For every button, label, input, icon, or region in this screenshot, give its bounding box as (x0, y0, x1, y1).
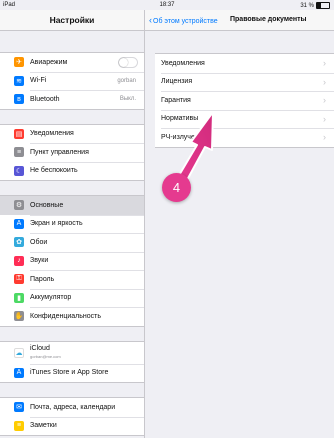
sidebar-item-label: Экран и яркость (30, 220, 83, 228)
sidebar-item-label: iCloud (30, 344, 50, 352)
battery-indicator: 31 % (300, 2, 330, 9)
page-title: Правовые документы (230, 16, 307, 23)
sidebar-item-itunes[interactable]: A iTunes Store и App Store (0, 363, 144, 383)
sidebar-item-mail[interactable]: ✉ Почта, адреса, календари (0, 398, 144, 417)
sidebar-item-label: Звуки (30, 257, 49, 265)
sidebar-item-label: Пароль (30, 275, 55, 283)
sidebar-item-label: Уведомления (30, 130, 74, 138)
sidebar-item-label: Основные (30, 201, 64, 209)
sidebar-item-label: Заметки (30, 422, 57, 430)
sidebar-item-bluetooth[interactable]: ʙ Bluetooth Выкл. (0, 90, 144, 109)
sidebar-item-wifi[interactable]: ≋ Wi-Fi gorban (0, 71, 144, 91)
list-item-label: Уведомления (161, 59, 205, 67)
control-center-icon: ≡ (14, 147, 24, 158)
display-icon: A (14, 218, 24, 229)
detail-header: ‹Об этом устройстве Правовые документы (145, 10, 334, 31)
sidebar-item-label: Пункт управления (30, 148, 89, 156)
sidebar-item-wallpaper[interactable]: ✿ Обои (0, 233, 144, 252)
sidebar-item-passcode[interactable]: ⚿ Пароль (0, 270, 144, 289)
passcode-icon: ⚿ (14, 274, 24, 285)
app-store-icon: A (14, 367, 24, 378)
sound-icon: ♪ (14, 255, 24, 266)
battery-icon (316, 2, 330, 9)
wifi-value: gorban (117, 77, 136, 84)
sidebar-item-label: Аккумулятор (30, 294, 72, 302)
sidebar-item-label: Конфиденциальность (30, 312, 102, 320)
status-bar: iPad 18:37 31 % (0, 0, 334, 10)
detail-pane: ‹Об этом устройстве Правовые документы У… (145, 10, 334, 438)
sidebar-item-label: Wi-Fi (30, 77, 47, 85)
gear-icon: ⚙ (14, 200, 24, 211)
chevron-right-icon: › (323, 132, 326, 143)
list-item-warranty[interactable]: Гарантия › (155, 91, 334, 110)
settings-sidebar: Настройки ✈ Авиарежим ≋ Wi-Fi gorban ʙ B… (0, 10, 145, 438)
sidebar-item-privacy[interactable]: ✋ Конфиденциальность (0, 307, 144, 326)
clock: 18:37 (159, 2, 175, 8)
battery-percent: 31 % (300, 3, 314, 10)
sidebar-item-battery[interactable]: ▮ Аккумулятор (0, 288, 144, 308)
sidebar-item-do-not-disturb[interactable]: ☾ Не беспокоить (0, 161, 144, 181)
list-item-label: Гарантия (161, 96, 191, 104)
sidebar-item-label: Обои (30, 238, 48, 246)
list-item-license[interactable]: Лицензия › (155, 72, 334, 92)
sidebar-item-control-center[interactable]: ≡ Пункт управления (0, 143, 144, 162)
sidebar-title: Настройки (0, 10, 144, 31)
back-button[interactable]: ‹Об этом устройстве (149, 10, 218, 32)
apps-group: ✉ Почта, адреса, календари ≡ Заметки (0, 397, 144, 436)
general-group: ⚙ Основные A Экран и яркость ✿ Обои ♪ Зв… (0, 195, 144, 327)
battery-icon: ▮ (14, 292, 24, 303)
arrow-shape (177, 111, 214, 183)
bluetooth-icon: ʙ (14, 94, 24, 105)
sidebar-item-label: Не беспокоить (30, 167, 78, 175)
icloud-account: gorban@me.com (30, 353, 61, 359)
chevron-right-icon: › (323, 95, 326, 106)
sidebar-item-sounds[interactable]: ♪ Звуки (0, 251, 144, 271)
chevron-right-icon: › (323, 76, 326, 87)
sidebar-item-notes[interactable]: ≡ Заметки (0, 416, 144, 436)
back-label: Об этом устройстве (153, 18, 218, 25)
sidebar-item-general[interactable]: ⚙ Основные (0, 196, 144, 215)
list-item-notices[interactable]: Уведомления › (155, 54, 334, 73)
sidebar-item-label: Авиарежим (30, 58, 68, 66)
bluetooth-value: Выкл. (119, 96, 136, 103)
sidebar-item-label: Почта, адреса, календари (30, 403, 116, 411)
connectivity-group: ✈ Авиарежим ≋ Wi-Fi gorban ʙ Bluetooth В… (0, 52, 144, 110)
list-item-label: Лицензия (161, 78, 193, 86)
moon-icon: ☾ (14, 165, 24, 176)
chevron-right-icon: › (323, 58, 326, 69)
airplane-icon: ✈ (14, 57, 24, 68)
notifications-icon: ▤ (14, 128, 24, 139)
sidebar-item-notifications[interactable]: ▤ Уведомления (0, 125, 144, 144)
chevron-right-icon: › (323, 113, 326, 124)
wifi-icon: ≋ (14, 75, 24, 86)
step-number-badge: 4 (162, 173, 191, 202)
wallpaper-icon: ✿ (14, 237, 24, 248)
cloud-icon: ☁ (14, 347, 24, 358)
sidebar-item-display[interactable]: A Экран и яркость (0, 214, 144, 234)
notes-icon: ≡ (14, 420, 24, 431)
sidebar-item-airplane[interactable]: ✈ Авиарежим (0, 53, 144, 72)
sidebar-item-label: iTunes Store и App Store (30, 369, 109, 377)
sidebar-item-icloud[interactable]: ☁ iCloud gorban@me.com (0, 342, 144, 364)
sidebar-item-label: Bluetooth (30, 95, 60, 103)
mail-icon: ✉ (14, 402, 24, 413)
accounts-group: ☁ iCloud gorban@me.com A iTunes Store и … (0, 340, 144, 383)
notifications-group: ▤ Уведомления ≡ Пункт управления ☾ Не бе… (0, 123, 144, 181)
privacy-icon: ✋ (14, 311, 24, 322)
airplane-toggle[interactable] (118, 57, 138, 68)
chevron-left-icon: ‹ (149, 15, 152, 25)
